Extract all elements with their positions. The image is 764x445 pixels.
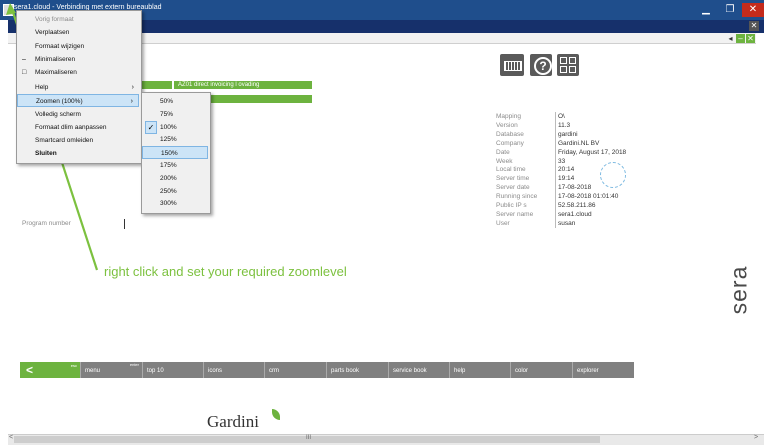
submenu-arrow-icon: ›: [131, 84, 134, 91]
menu-item-glyph-icon: –: [22, 56, 26, 63]
annotation-text: right click and set your required zoomle…: [104, 264, 347, 279]
nav-item-help[interactable]: help: [449, 362, 510, 378]
zoom-option-label: 300%: [160, 200, 177, 208]
menu-item-formaat-wijzigen[interactable]: Formaat wijzigen: [17, 40, 139, 53]
nav-item-service-book[interactable]: service book: [388, 362, 449, 378]
menu-item-smartcard-omleiden[interactable]: Smartcard omleiden: [17, 134, 139, 147]
menu-item-label: Vorig formaat: [35, 16, 74, 23]
nav-item-label: crm: [269, 368, 279, 374]
submenu-arrow-icon: ›: [130, 98, 133, 105]
nav-item-color[interactable]: color: [510, 362, 572, 378]
nav-item-explorer[interactable]: explorer: [572, 362, 634, 378]
zoom-option-50[interactable]: 50%: [142, 95, 208, 108]
menu-item-volledig-scherm[interactable]: Volledig scherm: [17, 108, 139, 121]
nav-item-label: parts book: [331, 368, 360, 374]
nav-item-label: top 10: [147, 368, 164, 374]
menu-item-zoomen-100[interactable]: Zoomen (100%) ›: [17, 94, 139, 107]
menu-item-label: Smartcard omleiden: [35, 137, 94, 144]
menu-item-label: Volledig scherm: [35, 111, 81, 118]
menu-item-verplaatsen[interactable]: Verplaatsen: [17, 26, 139, 39]
scrollbar-grip[interactable]: III: [306, 435, 311, 441]
zoom-option-150[interactable]: 150%: [142, 146, 208, 160]
zoom-option-label: 250%: [160, 187, 177, 195]
zoom-option-label: 50%: [160, 98, 174, 105]
back-shortcut: esc: [70, 363, 77, 368]
menu-item-label: Verplaatsen: [35, 29, 70, 36]
zoom-option-label: 100%: [160, 123, 177, 131]
zoom-option-100[interactable]: ✓ 100%: [142, 120, 208, 134]
nav-item-label: service book: [393, 368, 427, 374]
nav-item-shortcut: enter: [129, 362, 139, 367]
nav-item-top-10[interactable]: top 10: [142, 362, 203, 378]
zoom-option-label: 125%: [160, 136, 177, 144]
gardini-logo: Gardini: [207, 412, 259, 431]
menu-item-vorig-formaat: Vorig formaat: [17, 13, 139, 26]
menu-item-label: Formaat wijzigen: [35, 43, 85, 50]
menu-item-label: Minimaliseren: [35, 56, 76, 63]
annotation-arrow-head: [6, 3, 16, 15]
scroll-right-arrow[interactable]: >: [754, 434, 758, 441]
nav-item-icons[interactable]: icons: [203, 362, 264, 378]
nav-item-parts-book[interactable]: parts book: [326, 362, 388, 378]
nav-item-label: icons: [208, 368, 223, 374]
menu-item-sluiten[interactable]: Sluiten: [17, 147, 139, 160]
nav-item-menu[interactable]: menu enter: [80, 362, 142, 378]
checkmark-icon: ✓: [145, 120, 157, 134]
nav-item-label: explorer: [577, 368, 599, 374]
menu-item-glyph-icon: □: [22, 69, 27, 76]
menu-item-formaat-dlim-aanpassen[interactable]: Formaat dlim aanpassen: [17, 121, 139, 134]
zoom-option-label: 200%: [160, 174, 177, 182]
nav-item-label: color: [515, 368, 529, 374]
zoom-option-label: 150%: [161, 150, 178, 158]
zoom-option-label: 75%: [160, 110, 174, 118]
sera-logo-text: sera: [725, 265, 752, 315]
menu-item-label: Formaat dlim aanpassen: [35, 124, 107, 131]
zoom-option-200[interactable]: 200%: [142, 172, 208, 185]
back-button[interactable]: < esc: [20, 362, 80, 378]
nav-item-label: menu: [85, 368, 101, 374]
menu-item-label: Sluiten: [35, 150, 57, 157]
zoom-option-75[interactable]: 75%: [142, 108, 208, 121]
zoom-option-125[interactable]: 125%: [142, 133, 208, 146]
nav-item-label: help: [454, 368, 466, 374]
menu-item-maximaliseren[interactable]: □ Maximaliseren: [17, 66, 139, 79]
sera-logo: sera: [724, 260, 754, 320]
menu-item-minimaliseren[interactable]: – Minimaliseren: [17, 53, 139, 66]
chevron-left-icon: <: [26, 363, 34, 377]
zoom-option-250[interactable]: 250%: [142, 185, 208, 198]
nav-item-crm[interactable]: crm: [264, 362, 326, 378]
zoom-option-300[interactable]: 300%: [142, 197, 208, 210]
menu-item-label: Maximaliseren: [35, 69, 77, 76]
menu-item-label: Zoomen (100%): [36, 98, 83, 105]
zoom-option-label: 175%: [160, 162, 177, 169]
menu-item-help[interactable]: Help ›: [17, 81, 139, 94]
menu-item-label: Help: [35, 84, 49, 91]
zoom-option-175[interactable]: 175%: [142, 159, 208, 172]
scroll-left-arrow[interactable]: <: [9, 434, 13, 441]
